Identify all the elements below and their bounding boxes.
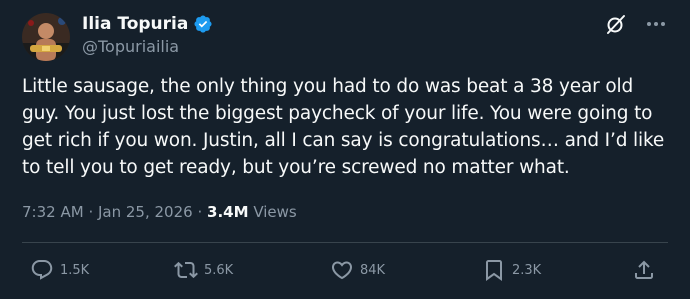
share-icon xyxy=(632,258,656,282)
repost-count: 5.6K xyxy=(204,262,234,278)
reply-button[interactable]: 1.5K xyxy=(30,258,89,282)
verified-badge-icon xyxy=(193,14,213,34)
like-count: 84K xyxy=(360,262,386,278)
divider xyxy=(22,242,668,243)
tweet-date[interactable]: Jan 25, 2026 xyxy=(98,203,193,221)
tweet-card: Ilia Topuria @Topuriailia Little sausage… xyxy=(0,0,690,299)
like-button[interactable]: 84K xyxy=(330,258,385,282)
tweet-text: Little sausage, the only thing you had t… xyxy=(22,76,665,178)
bookmark-count: 2.3K xyxy=(512,262,542,278)
display-name[interactable]: Ilia Topuria xyxy=(82,14,188,34)
bookmark-button[interactable]: 2.3K xyxy=(482,258,541,282)
views-label: Views xyxy=(253,203,297,221)
repost-icon xyxy=(174,258,198,282)
action-bar: 1.5K 5.6K 84K 2.3K xyxy=(22,258,668,286)
grok-icon[interactable] xyxy=(604,12,628,36)
reply-icon xyxy=(30,258,54,282)
repost-button[interactable]: 5.6K xyxy=(174,258,233,282)
heart-icon xyxy=(330,258,354,282)
tweet-time[interactable]: 7:32 AM xyxy=(22,203,84,221)
reply-count: 1.5K xyxy=(60,262,90,278)
meta-separator: · xyxy=(88,203,94,221)
share-button[interactable] xyxy=(632,258,656,282)
user-name-row: Ilia Topuria xyxy=(82,14,213,34)
views-count[interactable]: 3.4M xyxy=(207,203,249,221)
user-handle[interactable]: @Topuriailia xyxy=(82,37,179,57)
meta-separator: · xyxy=(197,203,203,221)
top-right-actions xyxy=(604,12,668,36)
more-options-icon[interactable] xyxy=(644,12,668,36)
bookmark-icon xyxy=(482,258,506,282)
avatar[interactable] xyxy=(22,13,70,61)
tweet-meta: 7:32 AM · Jan 25, 2026 · 3.4M Views xyxy=(22,202,297,222)
